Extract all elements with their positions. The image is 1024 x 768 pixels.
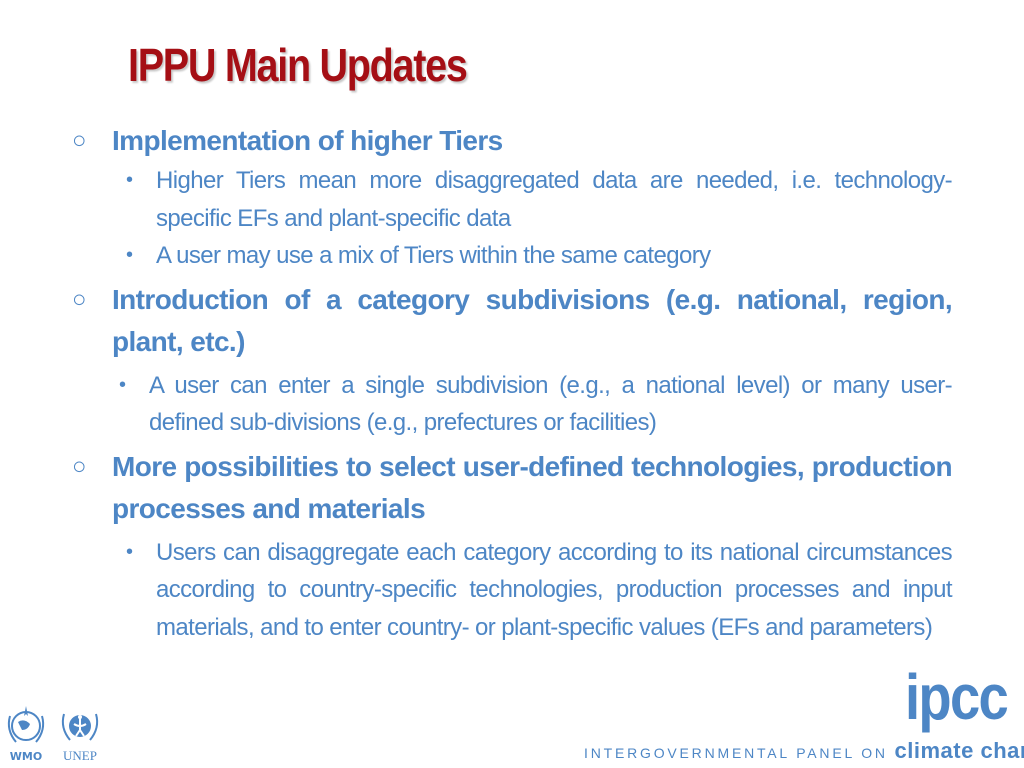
slide-title: IPPU Main Updates bbox=[128, 39, 468, 91]
bullet-text: Introduction of a category subdivisions … bbox=[112, 283, 953, 357]
sub-bullet-item: • A user may use a mix of Tiers within t… bbox=[70, 237, 952, 275]
bullet-text: Implementation of higher Tiers bbox=[112, 125, 503, 156]
bullet-item-1: ○ Implementation of higher Tiers bbox=[70, 120, 952, 162]
bullet-item-2: ○ Introduction of a category subdivision… bbox=[70, 279, 953, 363]
sub-bullet-text: Users can disaggregate each category acc… bbox=[156, 538, 953, 641]
unep-label: UNEP bbox=[63, 748, 97, 763]
bullet-text: More possibilities to select user-define… bbox=[112, 450, 953, 524]
dot-bullet-icon: • bbox=[126, 540, 133, 563]
hollow-circle-bullet-icon: ○ bbox=[72, 285, 87, 313]
ipcc-tagline-prefix: INTERGOVERNMENTAL PANEL ON bbox=[584, 745, 895, 761]
sub-bullet-text: A user can enter a single subdivision (e… bbox=[149, 371, 953, 437]
bullet-item-3: ○ More possibilities to select user-defi… bbox=[70, 446, 953, 530]
sub-bullet-text: Higher Tiers mean more disaggregated dat… bbox=[156, 167, 953, 232]
bullet-list: ○ Implementation of higher Tiers • Highe… bbox=[70, 120, 953, 647]
wmo-logo-icon: WMO bbox=[7, 706, 45, 763]
hollow-circle-bullet-icon: ○ bbox=[72, 452, 87, 480]
sub-bullet-text: A user may use a mix of Tiers within the… bbox=[156, 242, 711, 269]
sub-bullet-item: • Users can disaggregate each category a… bbox=[70, 534, 953, 647]
wmo-label: WMO bbox=[10, 750, 42, 763]
dot-bullet-icon: • bbox=[126, 244, 133, 266]
dot-bullet-icon: • bbox=[126, 169, 133, 191]
dot-bullet-icon: • bbox=[119, 373, 126, 396]
sub-bullet-item: • Higher Tiers mean more disaggregated d… bbox=[70, 162, 953, 237]
ipcc-tagline: INTERGOVERNMENTAL PANEL ON climate chang… bbox=[584, 738, 1024, 764]
ipcc-tagline-climate-change: climate change bbox=[894, 738, 1024, 763]
ipcc-logo-wordmark: ipcc bbox=[905, 661, 1009, 733]
sub-bullet-item: • A user can enter a single subdivision … bbox=[70, 367, 953, 442]
unep-logo-icon: UNEP bbox=[61, 713, 99, 763]
hollow-circle-bullet-icon: ○ bbox=[72, 127, 87, 154]
